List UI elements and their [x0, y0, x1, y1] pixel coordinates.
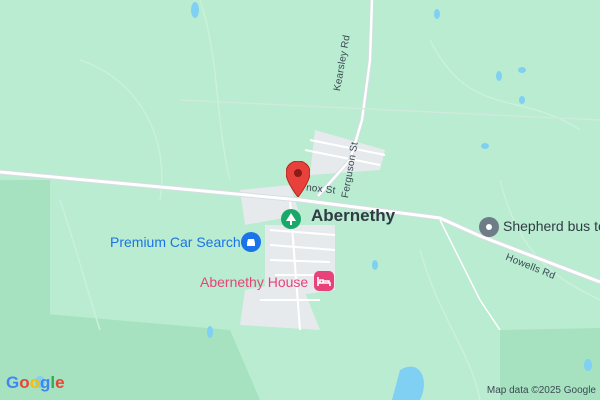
map-canvas[interactable]: Kearsley Rd Ferguson St nox St Howells R…	[0, 0, 600, 400]
town-name[interactable]: Abernethy	[311, 206, 395, 226]
shepherd-bus-label[interactable]: Shepherd bus to	[503, 218, 600, 234]
premium-car-search-label[interactable]: Premium Car Search	[110, 234, 241, 250]
google-logo-mark: Google	[6, 373, 65, 392]
location-pin-icon[interactable]	[286, 161, 310, 197]
car-icon[interactable]	[241, 232, 261, 252]
google-logo[interactable]: Google	[6, 372, 65, 397]
map-base-layer	[0, 0, 600, 400]
bed-icon[interactable]	[314, 271, 334, 291]
abernethy-house-label[interactable]: Abernethy House	[200, 274, 308, 290]
tree-icon[interactable]	[281, 209, 301, 229]
map-attribution[interactable]: Map data ©2025 Google	[487, 385, 596, 396]
forest-area	[0, 180, 50, 330]
svg-text:Google: Google	[6, 373, 64, 392]
bus-stop-icon[interactable]	[479, 217, 499, 237]
